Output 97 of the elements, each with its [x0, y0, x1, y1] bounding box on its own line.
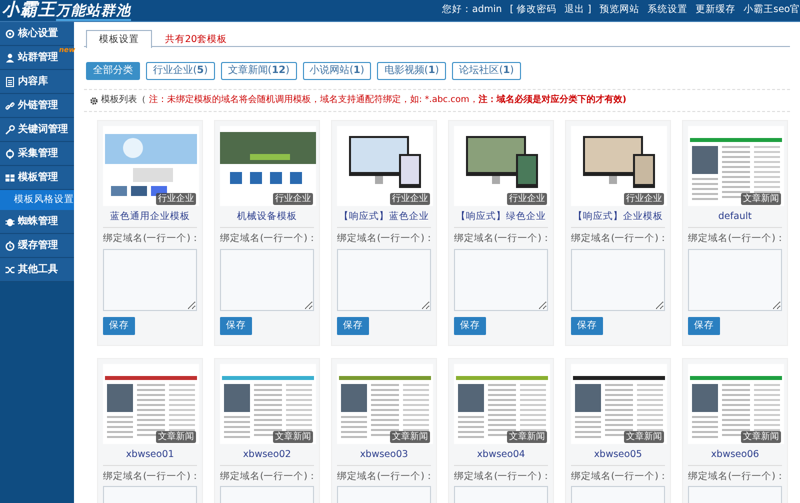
document-icon: [5, 76, 15, 86]
sidebar-item[interactable]: 外链管理: [0, 94, 74, 118]
field-label: 绑定域名(一行一个)：: [337, 232, 431, 246]
sidebar-label: 其他工具: [18, 262, 58, 277]
field-label: 绑定域名(一行一个)：: [688, 232, 782, 246]
save-button[interactable]: 保存: [454, 316, 486, 335]
sidebar-label: 采集管理: [18, 146, 58, 161]
logo: 小霸王万能站群池: [1, 0, 131, 23]
sidebar-subitem[interactable]: 模板风格设置: [0, 190, 74, 210]
field-label: 绑定域名(一行一个)：: [454, 470, 548, 484]
notice-text: 注：未绑定模板的域名将会随机调用模板，域名支持通配符绑定，如: *.abc.com，注：域名必须是对应分类下的才有效): [149, 94, 626, 107]
sidebar-item[interactable]: 缓存管理: [0, 234, 74, 258]
template-name[interactable]: xbwseo01: [103, 444, 197, 466]
category-badge: 文章新闻: [390, 430, 430, 443]
field-label: 绑定域名(一行一个)：: [220, 232, 314, 246]
greeting-text: 您好：admin: [442, 3, 502, 18]
save-button[interactable]: 保存: [220, 316, 252, 335]
sidebar-label: 蜘蛛管理: [18, 214, 58, 229]
save-button[interactable]: 保存: [688, 316, 720, 335]
section-title: 模板列表（: [101, 94, 146, 107]
header-link[interactable]: [ 修改密码: [510, 3, 557, 18]
category-badge: 文章新闻: [507, 430, 547, 443]
field-label: 绑定域名(一行一个)：: [454, 232, 548, 246]
template-name[interactable]: xbwseo04: [454, 444, 548, 466]
sidebar-item[interactable]: 关键词管理: [0, 118, 74, 142]
domain-field[interactable]: [103, 248, 197, 311]
sidebar-item[interactable]: 核心设置: [0, 22, 74, 46]
category-badge: 文章新闻: [273, 430, 313, 443]
sidebar-label: 模板管理: [18, 170, 58, 185]
sidebar-item[interactable]: 内容库: [0, 70, 74, 94]
header-link[interactable]: 更新缓存: [695, 3, 736, 18]
template-name[interactable]: xbwseo05: [571, 444, 665, 466]
template-name[interactable]: default: [688, 206, 782, 228]
link-icon: [5, 100, 15, 110]
filter-button[interactable]: 论坛社区(1): [452, 62, 521, 80]
save-button[interactable]: 保存: [103, 316, 135, 335]
category-badge: 行业企业: [273, 193, 313, 206]
category-badge: 文章新闻: [156, 430, 196, 443]
category-badge: 文章新闻: [741, 430, 781, 443]
user-icon: [5, 52, 15, 62]
filter-button[interactable]: 文章新闻(12): [220, 62, 297, 80]
field-label: 绑定域名(一行一个)：: [103, 470, 197, 484]
header-link[interactable]: 系统设置: [647, 3, 688, 18]
filter-button[interactable]: 小说网站(1): [302, 62, 372, 80]
template-name[interactable]: xbwseo06: [688, 444, 782, 466]
tab[interactable]: 模板设置: [86, 30, 152, 48]
circle-icon: [5, 148, 15, 158]
filter-button[interactable]: 行业企业(5): [146, 62, 215, 80]
category-badge: 行业企业: [390, 193, 430, 206]
sidebar-label: 缓存管理: [18, 238, 58, 253]
sidebar-label: 内容库: [18, 74, 48, 89]
template-name[interactable]: 【响应式】绿色企业: [454, 206, 548, 228]
bug-icon: [5, 216, 15, 226]
sidebar-item[interactable]: 其他工具: [0, 258, 74, 282]
key-icon: [5, 124, 15, 134]
template-name[interactable]: 【响应式】企业模板: [571, 206, 665, 228]
category-badge: 文章新闻: [741, 193, 781, 206]
template-name[interactable]: xbwseo03: [337, 444, 431, 466]
category-badge: 行业企业: [156, 193, 196, 206]
field-label: 绑定域名(一行一个)：: [688, 470, 782, 484]
template-name[interactable]: 蓝色通用企业模板: [103, 206, 197, 228]
domain-field[interactable]: [688, 248, 782, 311]
field-label: 绑定域名(一行一个)：: [571, 470, 665, 484]
category-badge: 文章新闻: [624, 430, 664, 443]
template-name[interactable]: 机械设备模板: [220, 206, 314, 228]
category-badge: 行业企业: [624, 193, 664, 206]
field-label: 绑定域名(一行一个)：: [103, 232, 197, 246]
filter-button[interactable]: 全部分类: [86, 62, 140, 80]
header-link[interactable]: 退出 ]: [564, 3, 592, 18]
sidebar-item[interactable]: 蜘蛛管理: [0, 210, 74, 234]
domain-field[interactable]: [454, 248, 548, 311]
field-label: 绑定域名(一行一个)：: [571, 232, 665, 246]
save-button[interactable]: 保存: [571, 316, 603, 335]
template-name[interactable]: 【响应式】蓝色企业: [337, 206, 431, 228]
header-link[interactable]: 预览网站: [599, 3, 640, 18]
sidebar-label: 关键词管理: [18, 122, 68, 137]
save-button[interactable]: 保存: [337, 316, 369, 335]
field-label: 绑定域名(一行一个)：: [337, 470, 431, 484]
domain-field[interactable]: [337, 248, 431, 311]
field-label: 绑定域名(一行一个)：: [220, 470, 314, 484]
template-name[interactable]: xbwseo02: [220, 444, 314, 466]
sidebar-label: 核心设置: [18, 26, 58, 41]
sidebar-item[interactable]: 采集管理: [0, 142, 74, 166]
windows-icon: [5, 172, 15, 182]
sidebar-item[interactable]: 模板管理: [0, 166, 74, 190]
sidebar-label: 外链管理: [18, 98, 58, 113]
sidebar-label: 站群管理: [18, 50, 58, 65]
domain-field[interactable]: [220, 248, 314, 311]
gear-icon: [90, 96, 98, 105]
tab[interactable]: 共有20套模板: [152, 30, 240, 47]
filter-button[interactable]: 电影视频(1): [377, 62, 446, 80]
category-badge: 行业企业: [507, 193, 547, 206]
stopwatch-icon: [5, 240, 15, 250]
shuffle-icon: [5, 264, 15, 274]
header-link[interactable]: 小霸王seo官: [743, 3, 800, 18]
domain-field[interactable]: [571, 248, 665, 311]
gear-icon: [5, 28, 15, 38]
